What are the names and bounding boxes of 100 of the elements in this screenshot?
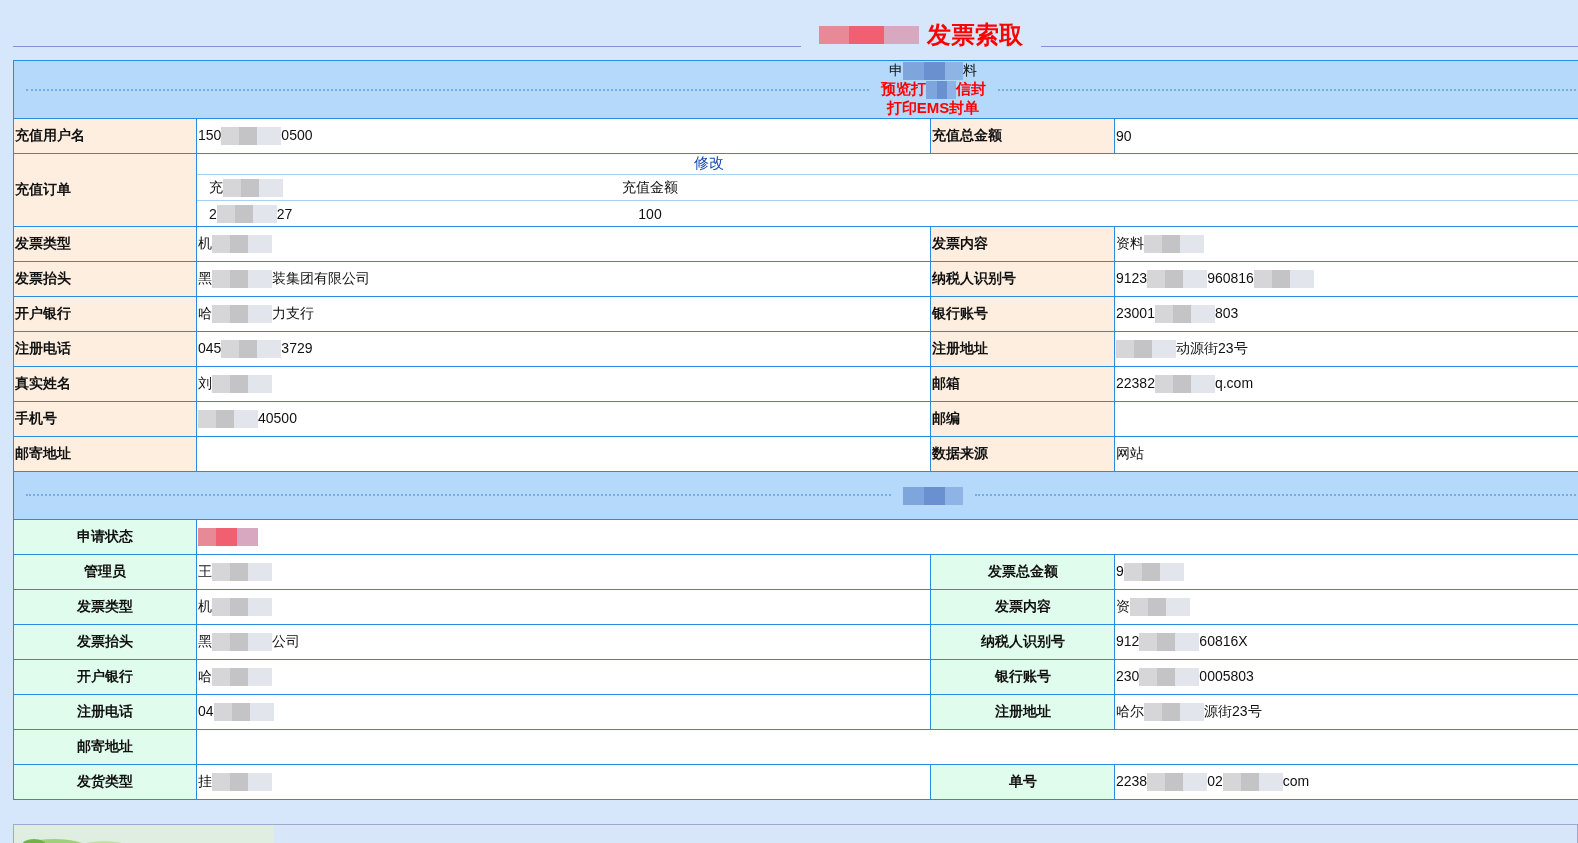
edit-link[interactable]: 修改 xyxy=(694,154,724,171)
blurred-text xyxy=(212,270,272,289)
blurred-text xyxy=(213,703,274,722)
field-label: 充值订单 xyxy=(13,153,197,227)
field-label: 管理员 xyxy=(13,554,197,590)
field-label: 数据来源 xyxy=(930,436,1115,472)
blurred-text xyxy=(221,340,282,359)
field-label: 邮编 xyxy=(930,401,1115,437)
blurred-text xyxy=(1147,773,1208,792)
print-link[interactable]: 信封 xyxy=(955,80,986,97)
field-value: 0500 xyxy=(281,126,313,143)
field-label: 发票类型 xyxy=(13,589,197,625)
field-label: 银行账号 xyxy=(930,659,1115,695)
field-value: 哈尔 xyxy=(1116,702,1144,719)
field-value: 22382 xyxy=(1116,374,1155,391)
field-value: 0005803 xyxy=(1199,667,1254,684)
blurred-text xyxy=(1130,598,1190,617)
field-label: 申请状态 xyxy=(13,519,197,555)
field-value: 力支行 xyxy=(272,304,314,321)
field-value: 40500 xyxy=(258,409,297,426)
field-value: 803 xyxy=(1214,304,1239,321)
table-cell: 100 xyxy=(638,205,662,222)
field-value: 资 xyxy=(1116,597,1130,614)
blurred-text xyxy=(212,235,272,254)
field-label: 注册电话 xyxy=(13,331,197,367)
blurred-text xyxy=(1139,668,1200,687)
field-label: 发票抬头 xyxy=(13,624,197,660)
blurred-text xyxy=(212,305,272,324)
blurred-text xyxy=(1116,340,1176,359)
field-value: 230 xyxy=(1116,667,1140,684)
field-label: 银行账号 xyxy=(930,296,1115,332)
field-label: 纳税人识别号 xyxy=(930,261,1115,297)
field-label: 真实姓名 xyxy=(13,366,197,402)
field-value: 装集团有限公司 xyxy=(272,269,370,286)
field-label: 开户银行 xyxy=(13,659,197,695)
field-value: 9123 xyxy=(1116,269,1148,286)
blurred-text xyxy=(216,204,277,223)
field-value: 黑 xyxy=(198,632,212,649)
field-label: 发票类型 xyxy=(13,226,197,262)
field-value: 2238 xyxy=(1116,772,1148,789)
field-label: 发票内容 xyxy=(930,226,1115,262)
blurred-text xyxy=(1144,703,1204,722)
blurred-text xyxy=(212,668,272,687)
blurred-text xyxy=(1222,773,1283,792)
field-value: 机 xyxy=(198,597,212,614)
field-label: 开户银行 xyxy=(13,296,197,332)
field-label: 充值用户名 xyxy=(13,118,197,154)
blurred-text xyxy=(903,486,963,505)
field-value: 刘 xyxy=(198,374,212,391)
page-title: 发票索取 xyxy=(927,20,1023,50)
field-value: 资料 xyxy=(1116,234,1144,251)
field-label: 发票抬头 xyxy=(13,261,197,297)
field-value: 黑 xyxy=(198,269,212,286)
field-value: 公司 xyxy=(272,632,300,649)
table-cell: 27 xyxy=(276,205,293,222)
table-cell: 2 xyxy=(209,205,217,222)
field-value: 912 xyxy=(1116,632,1140,649)
blurred-text xyxy=(1123,563,1184,582)
field-label: 发票总金额 xyxy=(930,554,1115,590)
blurred-text xyxy=(1144,235,1204,254)
field-label: 手机号 xyxy=(13,401,197,437)
field-value: 23001 xyxy=(1116,304,1155,321)
blurred-text xyxy=(1147,270,1208,289)
field-label: 注册地址 xyxy=(930,331,1115,367)
blurred-text xyxy=(221,127,282,146)
field-value: q.com xyxy=(1214,374,1254,391)
field-value: 动源街23号 xyxy=(1176,339,1248,356)
field-value: 02 xyxy=(1207,772,1223,789)
field-value: 90 xyxy=(1116,128,1132,144)
blurred-text xyxy=(212,633,272,652)
field-label: 发票内容 xyxy=(930,589,1115,625)
field-label: 邮寄地址 xyxy=(13,436,197,472)
section-heading: 申 xyxy=(889,61,903,78)
field-value: 60816X xyxy=(1199,632,1248,649)
field-value: 王 xyxy=(198,562,212,579)
field-value: com xyxy=(1282,772,1310,789)
blurred-text xyxy=(198,410,258,429)
field-value: 挂 xyxy=(198,772,212,789)
section-heading: 料 xyxy=(963,61,977,78)
field-label: 邮寄地址 xyxy=(13,729,197,765)
field-value: 源街23号 xyxy=(1204,702,1262,719)
blurred-text xyxy=(212,773,272,792)
field-value: 哈 xyxy=(198,667,212,684)
field-label: 邮箱 xyxy=(930,366,1115,402)
field-label: 纳税人识别号 xyxy=(930,624,1115,660)
blurred-text xyxy=(212,598,272,617)
field-value: 9 xyxy=(1116,562,1124,579)
field-value: 3729 xyxy=(281,339,313,356)
blurred-text xyxy=(1139,633,1200,652)
blurred-text xyxy=(1154,375,1215,394)
field-value: 哈 xyxy=(198,304,212,321)
field-label: 单号 xyxy=(930,764,1115,800)
field-value: 045 xyxy=(198,339,222,356)
blurred-text xyxy=(212,375,272,394)
blurred-text xyxy=(223,178,283,197)
field-value: 04 xyxy=(198,702,214,719)
field-value: 150 xyxy=(198,126,222,143)
blurred-text xyxy=(1253,270,1314,289)
print-link[interactable]: 打印EMS封单 xyxy=(886,99,980,117)
print-link[interactable]: 预览打 xyxy=(880,80,926,97)
